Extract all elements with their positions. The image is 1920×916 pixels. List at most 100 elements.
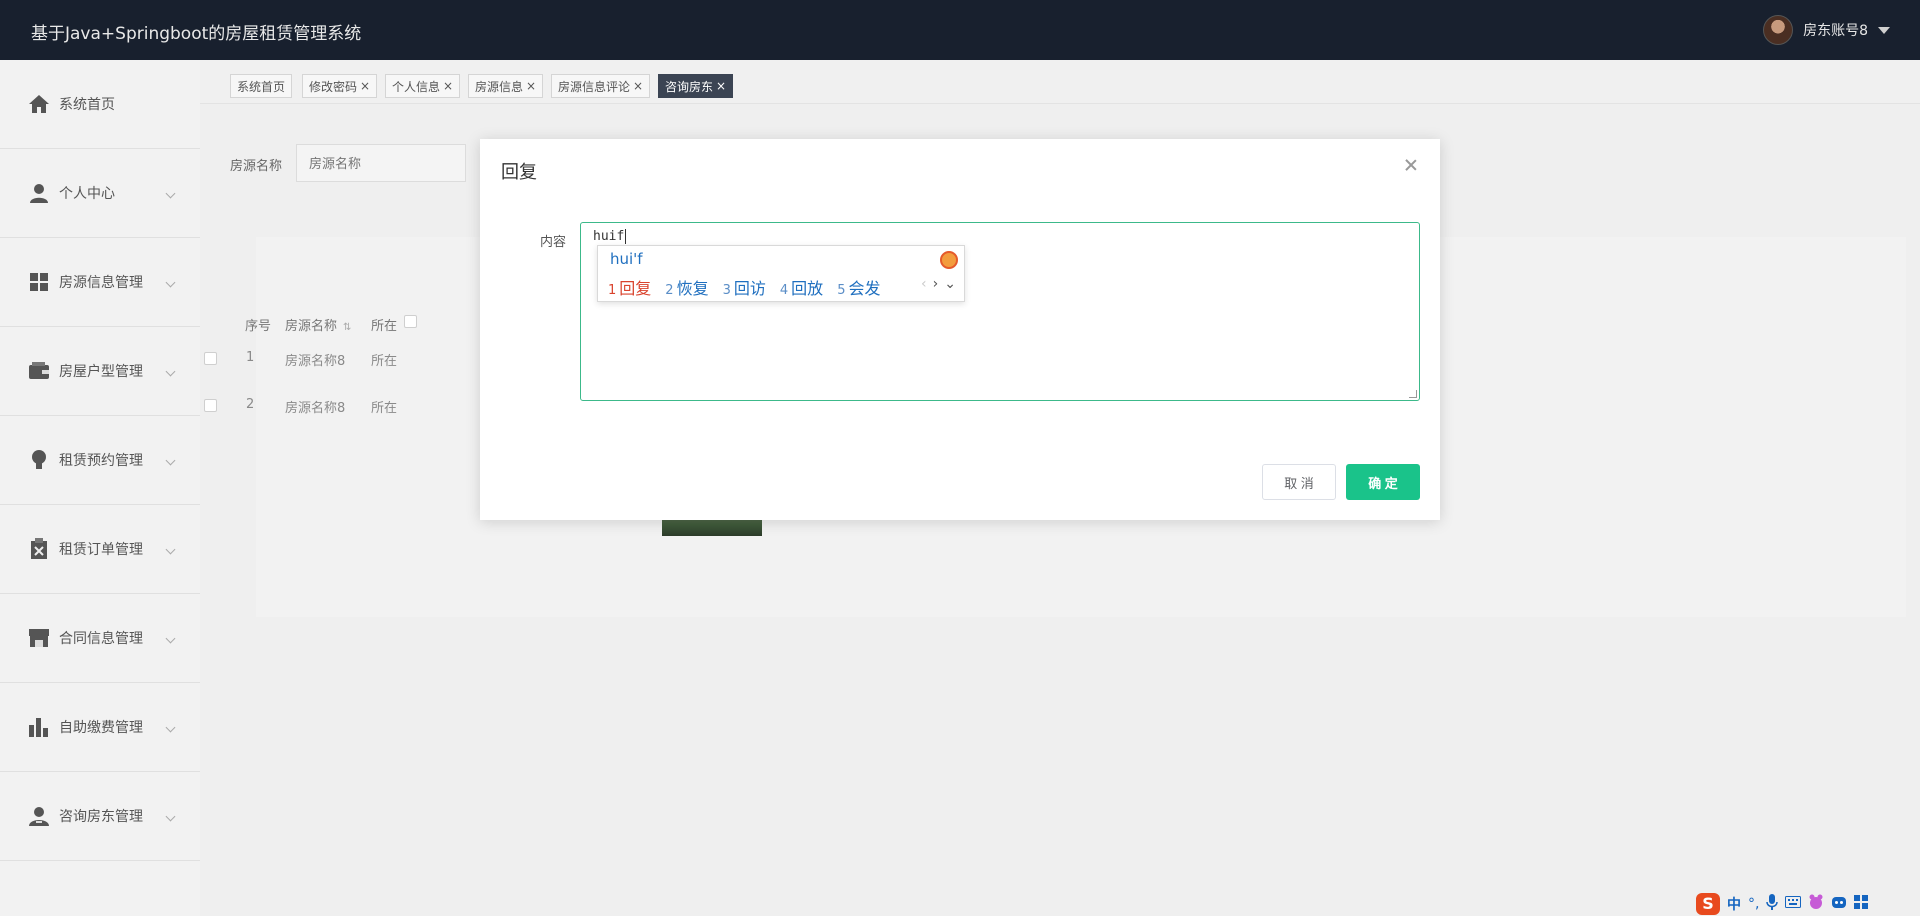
reply-dialog: 回复 内容 huif 取 消 确 定 — [480, 139, 1440, 520]
sidebar: 系统首页 个人中心 房源信息管理 房屋户型管理 租赁预约管理 租赁订单管理 合同… — [0, 60, 200, 916]
row-checkbox[interactable] — [204, 399, 217, 412]
resize-handle[interactable] — [1409, 390, 1417, 398]
user-name[interactable]: 房东账号8 — [1803, 20, 1868, 40]
tab-label: 房源信息评论 — [558, 79, 631, 94]
close-icon[interactable] — [1403, 157, 1419, 173]
ime-candidate[interactable]: 2 恢复 — [665, 275, 708, 299]
sidebar-item-label: 租赁订单管理 — [59, 542, 143, 558]
app-title: 基于Java+Springboot的房屋租赁管理系统 — [31, 24, 362, 44]
select-all-checkbox[interactable] — [404, 315, 417, 328]
clipboard-x-icon — [28, 538, 50, 560]
wallet-icon — [28, 360, 50, 382]
next-page-icon[interactable]: › — [933, 276, 939, 292]
user-icon — [28, 182, 50, 204]
user-menu[interactable]: 房东账号8 — [1763, 14, 1890, 46]
ime-candidate[interactable]: 5 会发 — [837, 275, 880, 299]
tab-listing-comments[interactable]: 房源信息评论 × — [551, 74, 651, 98]
home-icon — [28, 93, 50, 115]
content-value: huif — [593, 229, 625, 244]
assistant-icon[interactable] — [1831, 895, 1847, 913]
sidebar-item-self-payment-management[interactable]: 自助缴费管理 — [0, 683, 200, 772]
bar-chart-icon — [28, 716, 50, 738]
ime-candidate-text: 回放 — [791, 279, 824, 298]
ime-candidate-text: 恢复 — [676, 279, 709, 298]
chevron-down-icon[interactable] — [165, 366, 176, 377]
avatar[interactable] — [1763, 15, 1794, 45]
sort-icon[interactable]: ⇅ — [343, 322, 351, 333]
confirm-button[interactable]: 确 定 — [1346, 464, 1420, 500]
store-icon — [28, 627, 50, 649]
ime-candidate-text: 会发 — [848, 279, 881, 298]
sidebar-item-label: 个人中心 — [59, 186, 115, 202]
sidebar-item-rental-order-management[interactable]: 租赁订单管理 — [0, 505, 200, 594]
tab-label: 咨询房东 — [665, 79, 714, 94]
close-icon[interactable]: × — [633, 79, 643, 93]
sogou-logo-icon[interactable]: S — [1696, 892, 1720, 915]
top-header: 基于Java+Springboot的房屋租赁管理系统 房东账号8 — [0, 0, 1920, 60]
close-icon[interactable]: × — [526, 79, 536, 93]
punct-toggle[interactable]: °, — [1748, 896, 1759, 912]
ime-candidate[interactable]: 3 回访 — [723, 275, 766, 299]
expand-icon[interactable]: ⌄ — [944, 276, 956, 292]
close-icon[interactable]: × — [443, 79, 453, 93]
sidebar-item-label: 自助缴费管理 — [59, 720, 143, 736]
ime-candidate[interactable]: 4 回放 — [780, 275, 823, 299]
ime-candidate-number: 4 — [779, 283, 789, 298]
ime-candidate-number: 3 — [722, 283, 731, 298]
sidebar-item-rental-booking-management[interactable]: 租赁预约管理 — [0, 416, 200, 505]
tab-consult-landlord[interactable]: 咨询房东 × — [658, 74, 734, 98]
grid-menu-icon[interactable] — [1854, 894, 1869, 913]
sidebar-item-landlord-consult-management[interactable]: 咨询房东管理 — [0, 772, 200, 861]
cancel-button[interactable]: 取 消 — [1262, 464, 1336, 500]
header-name[interactable]: 房源名称 ⇅ — [285, 315, 351, 334]
ime-logo-icon[interactable] — [940, 251, 958, 269]
lang-toggle[interactable]: 中 — [1727, 894, 1741, 914]
text-cursor — [625, 229, 627, 244]
search-label: 房源名称 — [230, 159, 283, 174]
search-input[interactable] — [296, 144, 466, 182]
chevron-down-icon[interactable] — [165, 811, 176, 822]
tab-personal-info[interactable]: 个人信息 × — [385, 74, 461, 98]
row-name: 房源名称8 — [285, 354, 346, 369]
chevron-down-icon[interactable] — [165, 722, 176, 733]
header-location: 所在 — [371, 319, 398, 334]
tab-label: 个人信息 — [392, 79, 441, 94]
grid-icon — [28, 271, 50, 293]
sidebar-item-listing-management[interactable]: 房源信息管理 — [0, 238, 200, 327]
keyboard-icon[interactable] — [1785, 895, 1802, 912]
ime-candidate-number: 2 — [665, 283, 674, 298]
chevron-down-icon[interactable] — [165, 188, 176, 199]
row-location: 所在 — [371, 401, 398, 416]
row-checkbox[interactable] — [204, 352, 217, 365]
tab-label: 修改密码 — [309, 79, 358, 94]
chevron-down-icon[interactable] — [165, 633, 176, 644]
prev-page-icon[interactable]: ‹ — [921, 276, 927, 292]
microphone-icon[interactable] — [1766, 893, 1779, 914]
caret-down-icon[interactable] — [1878, 26, 1890, 34]
sidebar-item-contract-management[interactable]: 合同信息管理 — [0, 594, 200, 683]
header-index: 序号 — [245, 319, 272, 334]
tab-home[interactable]: 系统首页 — [230, 74, 293, 98]
ime-composition: hui'f — [610, 250, 643, 268]
sidebar-item-personal-center[interactable]: 个人中心 — [0, 149, 200, 238]
skin-icon[interactable] — [1808, 894, 1824, 914]
dialog-title: 回复 — [501, 162, 537, 183]
chevron-down-icon[interactable] — [165, 544, 176, 555]
close-icon[interactable]: × — [716, 79, 726, 93]
ime-candidate-text: 回复 — [619, 279, 652, 298]
sidebar-item-house-type-management[interactable]: 房屋户型管理 — [0, 327, 200, 416]
chevron-down-icon[interactable] — [165, 455, 176, 466]
chevron-down-icon[interactable] — [165, 277, 176, 288]
ime-candidate-text: 回访 — [733, 279, 766, 298]
tab-change-password[interactable]: 修改密码 × — [302, 74, 378, 98]
tab-label: 房源信息 — [475, 79, 524, 94]
ime-candidate-number: 1 — [608, 283, 617, 298]
sidebar-item-home[interactable]: 系统首页 — [0, 60, 200, 149]
lightbulb-icon — [28, 449, 50, 471]
ime-candidate[interactable]: 1 回复 — [608, 275, 651, 299]
close-icon[interactable]: × — [360, 79, 370, 93]
ime-toolbar: S 中 °, — [1694, 891, 1920, 916]
sidebar-item-label: 合同信息管理 — [59, 631, 143, 647]
tab-listing-info[interactable]: 房源信息 × — [468, 74, 544, 98]
content-label: 内容 — [540, 235, 567, 250]
